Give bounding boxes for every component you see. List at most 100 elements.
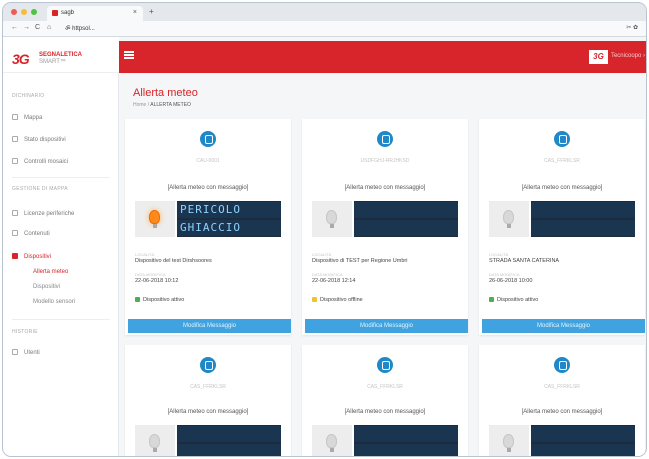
browser-tools[interactable]: ✂ ✿ xyxy=(626,24,638,31)
app-header: 3G Tecnicoopo › xyxy=(119,41,646,73)
led-panel xyxy=(354,201,458,237)
lightbulb-on-icon xyxy=(143,206,161,228)
status-text: Dispositivo attivo xyxy=(143,297,185,303)
sidebar-item-label: Stato dispositivi xyxy=(24,137,66,143)
edit-message-button[interactable]: Modifica Messaggio xyxy=(128,319,291,333)
lightbulb-off-icon xyxy=(326,210,337,228)
card-message: [Allerta meteo con messaggio] xyxy=(167,185,249,191)
sidebar-subitem-modello-sensori[interactable]: Modello sensori xyxy=(33,299,75,305)
device-card: CAS_FFRKLSR [Allerta meteo con messaggio… xyxy=(479,345,645,456)
user-logo[interactable]: 3G xyxy=(589,50,608,64)
sidebar-item-licenze[interactable]: Licenze periferiche xyxy=(12,210,74,217)
maximize-window-icon[interactable] xyxy=(31,9,37,15)
beacon-light xyxy=(489,201,529,237)
led-line-2 xyxy=(531,220,635,236)
edit-message-button[interactable]: Modifica Messaggio xyxy=(305,319,468,333)
minimize-window-icon[interactable] xyxy=(21,9,27,15)
page-title: Allerta meteo xyxy=(133,87,198,99)
led-line-1 xyxy=(177,426,281,442)
location-label: LOCALITÀ xyxy=(489,252,509,257)
led-panel: PERICOLO GHIACCIO xyxy=(177,201,281,237)
address-bar[interactable]: ॐ httpsol... xyxy=(65,24,95,32)
forward-icon[interactable]: → xyxy=(23,24,30,31)
back-icon[interactable]: ← xyxy=(11,24,18,31)
sidebar-item-label: Utenti xyxy=(24,350,40,356)
device-code: CAS_FFRKLSR xyxy=(367,384,403,390)
sidebar-item-contenuti[interactable]: Contenuti xyxy=(12,230,50,237)
tab-close-icon[interactable]: × xyxy=(133,9,137,16)
status-badge: Dispositivo attivo xyxy=(489,297,538,303)
led-line-2 xyxy=(354,444,458,456)
device-card: CAU-0001 [Allerta meteo con messaggio] P… xyxy=(125,119,291,335)
new-tab-button[interactable]: + xyxy=(149,7,154,16)
status-text: Dispositivo offline xyxy=(320,297,363,303)
date-label: DATA MODIFICA xyxy=(135,272,166,277)
sidebar-item-dispositivi[interactable]: Dispositivi xyxy=(12,253,51,260)
led-line-2: GHIACCIO xyxy=(177,220,281,236)
menu-toggle-icon[interactable] xyxy=(124,51,134,59)
license-icon xyxy=(12,210,18,216)
date-value: 26-06-2018 10:00 xyxy=(489,278,533,284)
location-value: Dispositivo di TEST per Regione Umbri xyxy=(312,258,408,264)
status-badge: Dispositivo offline xyxy=(312,297,363,303)
sidebar-item-stato-dispositivi[interactable]: Stato dispositivi xyxy=(12,136,66,143)
sidebar-item-controlli[interactable]: Controlli mosaici xyxy=(12,158,68,165)
device-card: CAS_FFRKLSR [Allerta meteo con messaggio… xyxy=(302,345,468,456)
reload-icon[interactable]: C xyxy=(35,24,40,31)
lightbulb-off-icon xyxy=(326,434,337,452)
location-label: LOCALITÀ xyxy=(135,252,155,257)
browser-tab[interactable]: sagb × xyxy=(47,6,143,21)
map-icon xyxy=(12,114,18,120)
logo-sub: SMART™ xyxy=(39,59,66,65)
card-message: [Allerta meteo con messaggio] xyxy=(344,185,426,191)
date-value: 22-06-2018 10:12 xyxy=(135,278,179,284)
control-icon xyxy=(12,158,18,164)
brand-logo[interactable]: 3G SEGNALETICA SMART™ xyxy=(3,37,119,73)
app-frame: sagb × + ← → C ⌂ ॐ httpsol... ✂ ✿ 3G SEG… xyxy=(2,2,647,457)
edit-message-button[interactable]: Modifica Messaggio xyxy=(482,319,645,333)
device-icon xyxy=(377,131,393,147)
sidebar-item-utenti[interactable]: Utenti xyxy=(12,349,40,356)
location-value: STRADA SANTA CATERINA xyxy=(489,258,560,264)
window-controls xyxy=(11,9,37,15)
status-dot-icon xyxy=(135,297,140,302)
status-dot-icon xyxy=(489,297,494,302)
breadcrumb: Home / ALLERTA METEO xyxy=(133,102,191,108)
breadcrumb-home[interactable]: Home xyxy=(133,102,146,108)
led-line-1 xyxy=(531,202,635,218)
device-code: USDFGHJ-RRJHKSD xyxy=(360,158,410,164)
sidebar: DICHINARIO Mappa Stato dispositivi Contr… xyxy=(3,73,119,456)
sidebar-section-title: HISTORIE xyxy=(12,329,38,335)
card-message: [Allerta meteo con messaggio] xyxy=(167,409,249,415)
sidebar-item-label: Dispositivi xyxy=(24,254,52,260)
location-value: Dispositivo del test Dirshsoores xyxy=(135,258,212,264)
led-panel xyxy=(354,425,458,456)
sidebar-section-title: DICHINARIO xyxy=(12,93,45,99)
led-line-1 xyxy=(354,202,458,218)
device-card: CAS_FFRKLSR [Allerta meteo con messaggio… xyxy=(479,119,645,335)
logo-name: SEGNALETICA xyxy=(39,52,83,58)
sidebar-subitem-dispositivi[interactable]: Dispositivi xyxy=(33,284,60,290)
date-value: 22-06-2018 12:14 xyxy=(312,278,356,284)
status-text: Dispositivo attivo xyxy=(497,297,539,303)
sidebar-item-mappa[interactable]: Mappa xyxy=(12,114,42,121)
device-icon xyxy=(554,357,570,373)
led-panel xyxy=(177,425,281,456)
device-code: CAS_FFRKLSR xyxy=(544,384,580,390)
location-label: LOCALITÀ xyxy=(312,252,332,257)
status-badge: Dispositivo attivo xyxy=(135,297,184,303)
home-icon[interactable]: ⌂ xyxy=(47,24,51,31)
sidebar-subitem-allerta-meteo[interactable]: Allerta meteo xyxy=(33,269,68,275)
browser-tab-bar: sagb × + xyxy=(3,3,646,21)
close-window-icon[interactable] xyxy=(11,9,17,15)
status-dot-icon xyxy=(312,297,317,302)
user-menu[interactable]: Tecnicoopo › xyxy=(611,53,645,59)
card-message: [Allerta meteo con messaggio] xyxy=(521,185,603,191)
led-line-1: PERICOLO xyxy=(177,202,281,218)
tab-title: sagb xyxy=(61,10,75,16)
status-icon xyxy=(12,136,18,142)
device-icon xyxy=(200,357,216,373)
sidebar-item-label: Contenuti xyxy=(24,231,50,237)
user-icon xyxy=(12,349,18,355)
sidebar-item-label: Controlli mosaici xyxy=(24,159,69,165)
